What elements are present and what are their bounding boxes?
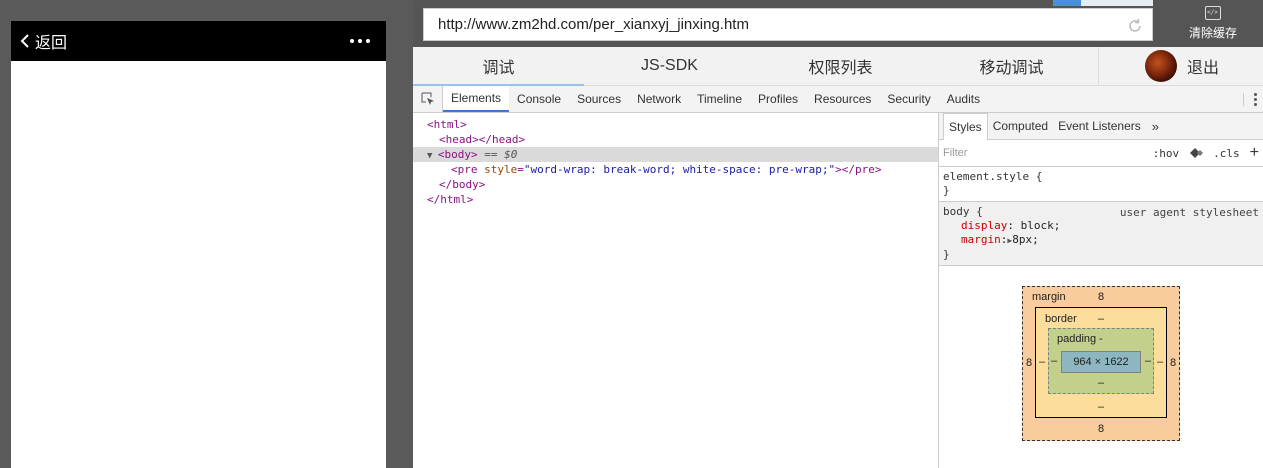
ua-source: user agent stylesheet <box>1119 206 1259 219</box>
phone-preview: 返回 <box>11 21 386 468</box>
styles-filter-input[interactable] <box>943 147 1143 159</box>
devtools-tab-resources[interactable]: Resources <box>806 86 879 112</box>
code-icon <box>1205 6 1221 20</box>
tab-debug[interactable]: 调试 <box>413 47 584 86</box>
box-model-border: border – – – – padding - – – – 964 × 162… <box>1035 307 1167 418</box>
url-input[interactable]: http://www.zm2hd.com/per_xianxyj_jinxing… <box>423 8 1153 41</box>
phone-nav-bar: 返回 <box>11 21 386 61</box>
devtools-tab-elements[interactable]: Elements <box>443 86 510 112</box>
reload-icon[interactable] <box>1126 17 1144 35</box>
dom-node-body-close[interactable]: </body> <box>413 177 938 192</box>
devtools-tab-security[interactable]: Security <box>879 86 938 112</box>
padding-top-value[interactable]: - <box>1099 333 1103 345</box>
box-model-padding: padding - – – – 964 × 1622 <box>1048 328 1154 394</box>
element-style-rule[interactable]: element.style { } <box>939 167 1263 202</box>
content-size: 964 × 1622 <box>1073 356 1129 368</box>
padding-bottom-value[interactable]: – <box>1098 377 1104 389</box>
url-bar: http://www.zm2hd.com/per_xianxyj_jinxing… <box>413 0 1263 47</box>
dom-node-pre[interactable]: <pre style="word-wrap: break-word; white… <box>413 162 938 177</box>
tab-permissions[interactable]: 权限列表 <box>755 47 926 85</box>
devtools-tab-sources[interactable]: Sources <box>569 86 629 112</box>
element-style-close: } <box>943 184 950 197</box>
css-prop-display[interactable]: display: block; <box>943 219 1259 233</box>
avatar <box>1145 50 1177 82</box>
padding-left-value[interactable]: – <box>1051 355 1057 367</box>
border-right-value[interactable]: – <box>1157 356 1163 368</box>
body-ua-rule[interactable]: user agent stylesheet body { display: bl… <box>939 202 1263 266</box>
elements-tree: <html> <head></head> ▼ <body> == $0 <pre… <box>413 113 938 468</box>
devtools-tab-console[interactable]: Console <box>509 86 569 112</box>
dom-node-head[interactable]: <head></head> <box>413 132 938 147</box>
back-button[interactable]: 返回 <box>19 29 67 53</box>
dom-node-html-close[interactable]: </html> <box>413 192 938 207</box>
devtools-toolbar: Elements Console Sources Network Timelin… <box>413 86 1263 113</box>
margin-label: margin <box>1032 291 1066 303</box>
padding-right-value[interactable]: – <box>1145 355 1151 367</box>
clear-cache-button[interactable]: 清除缓存 <box>1163 6 1263 44</box>
devtools-tab-audits[interactable]: Audits <box>939 86 988 112</box>
tab-js-sdk[interactable]: JS-SDK <box>584 47 755 85</box>
padding-label: padding <box>1057 333 1097 345</box>
devtools-tab-profiles[interactable]: Profiles <box>750 86 806 112</box>
margin-bottom-value[interactable]: 8 <box>1098 423 1104 435</box>
border-label: border <box>1045 313 1077 325</box>
box-model-content[interactable]: 964 × 1622 <box>1061 351 1141 373</box>
devtools-tab-network[interactable]: Network <box>629 86 689 112</box>
box-model-margin: margin 8 8 8 8 border – – – – padding - … <box>1022 286 1180 441</box>
body-rule-close: } <box>943 248 950 261</box>
margin-top-value[interactable]: 8 <box>1098 291 1104 303</box>
styles-pane: Styles Computed Event Listeners » :hov .… <box>938 112 1263 468</box>
main-tabs: 调试 JS-SDK 权限列表 移动调试 退出 <box>413 47 1263 86</box>
hov-toggle[interactable]: :hov <box>1153 147 1180 160</box>
margin-right-value[interactable]: 8 <box>1170 357 1176 369</box>
element-style-selector: element.style { <box>943 170 1043 183</box>
border-top-value[interactable]: – <box>1098 313 1104 325</box>
devtools-menu-icon[interactable] <box>1243 93 1257 106</box>
border-left-value[interactable]: – <box>1039 356 1045 368</box>
tab-event-listeners[interactable]: Event Listeners <box>1053 113 1146 139</box>
new-rule-icon[interactable]: + <box>1250 144 1259 162</box>
color-format-icon[interactable] <box>1189 147 1204 159</box>
url-accent-bar <box>1053 0 1153 6</box>
margin-left-value[interactable]: 8 <box>1026 357 1032 369</box>
debug-panel: http://www.zm2hd.com/per_xianxyj_jinxing… <box>413 0 1263 468</box>
clear-cache-label: 清除缓存 <box>1188 26 1237 40</box>
chevron-left-icon <box>20 34 29 48</box>
more-tabs-icon[interactable]: » <box>1146 119 1165 134</box>
border-bottom-value[interactable]: – <box>1098 401 1104 413</box>
dom-node-body[interactable]: ▼ <body> == $0 <box>413 147 938 162</box>
devtools-tab-timeline[interactable]: Timeline <box>689 86 750 112</box>
expand-triangle-icon[interactable]: ▼ <box>427 151 438 161</box>
styles-tabs: Styles Computed Event Listeners » <box>939 112 1263 140</box>
exit-label: 退出 <box>1187 60 1220 77</box>
inspect-element-icon[interactable] <box>413 86 443 112</box>
cls-toggle[interactable]: .cls <box>1213 147 1240 160</box>
more-menu-icon[interactable] <box>342 33 378 49</box>
dom-node-html[interactable]: <html> <box>413 117 938 132</box>
tab-styles[interactable]: Styles <box>943 112 988 140</box>
tab-mobile-debug[interactable]: 移动调试 <box>926 47 1097 85</box>
tab-computed[interactable]: Computed <box>988 113 1053 139</box>
back-label: 返回 <box>35 35 68 52</box>
devtools-body: <html> <head></head> ▼ <body> == $0 <pre… <box>413 112 1263 468</box>
exit-button[interactable]: 退出 <box>1098 47 1263 85</box>
css-prop-margin[interactable]: margin:▶8px; <box>943 233 1259 248</box>
url-text: http://www.zm2hd.com/per_xianxyj_jinxing… <box>438 16 749 33</box>
styles-filter-row: :hov .cls + <box>939 140 1263 167</box>
